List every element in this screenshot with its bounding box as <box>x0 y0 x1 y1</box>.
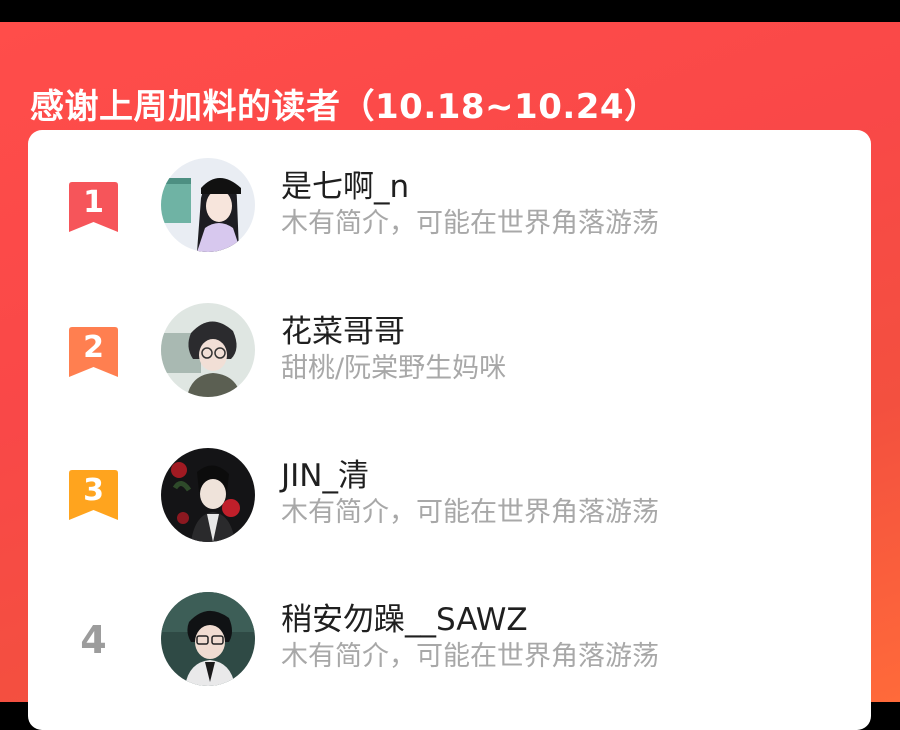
rank-badge-1: 1 <box>69 182 118 232</box>
rank-badge-3: 3 <box>69 470 118 520</box>
rank-number: 4 <box>80 618 107 662</box>
avatar-man-glasses-icon[interactable] <box>161 592 255 686</box>
reader-row[interactable]: 2 花菜哥哥 甜桃/阮棠野生妈咪 <box>28 303 871 423</box>
rank-number: 2 <box>83 330 104 365</box>
avatar-man-roses-icon[interactable] <box>161 448 255 542</box>
reader-description: 甜桃/阮棠野生妈咪 <box>281 353 507 384</box>
rank-number: 1 <box>83 185 104 220</box>
reader-name[interactable]: 稍安勿躁__SAWZ <box>281 601 528 639</box>
reader-description: 木有简介，可能在世界角落游荡 <box>281 497 659 528</box>
reader-row[interactable]: 3 JIN_清 木有简介，可能在世界角落游荡 <box>28 448 871 568</box>
reader-description: 木有简介，可能在世界角落游荡 <box>281 208 659 239</box>
reader-description: 木有简介，可能在世界角落游荡 <box>281 641 659 672</box>
reader-list-card: 1 是七啊_n 木有简介，可能在世界角落游荡 2 花菜哥哥 甜桃/阮棠野生妈咪 … <box>28 130 871 730</box>
reader-row[interactable]: 1 是七啊_n 木有简介，可能在世界角落游荡 <box>28 158 871 278</box>
reader-row[interactable]: 4 稍安勿躁__SAWZ 木有简介，可能在世界角落游荡 <box>28 592 871 712</box>
reader-name[interactable]: 是七啊_n <box>281 168 409 206</box>
reader-name[interactable]: JIN_清 <box>281 457 369 495</box>
top-black-bar <box>0 0 900 22</box>
reader-name[interactable]: 花菜哥哥 <box>281 313 405 351</box>
rank-badge-2: 2 <box>69 327 118 377</box>
avatar-girl-cap-icon[interactable] <box>161 158 255 252</box>
rank-number: 3 <box>83 473 104 508</box>
page-title: 感谢上周加料的读者（10.18~10.24） <box>30 87 659 127</box>
avatar-boy-glasses-icon[interactable] <box>161 303 255 397</box>
